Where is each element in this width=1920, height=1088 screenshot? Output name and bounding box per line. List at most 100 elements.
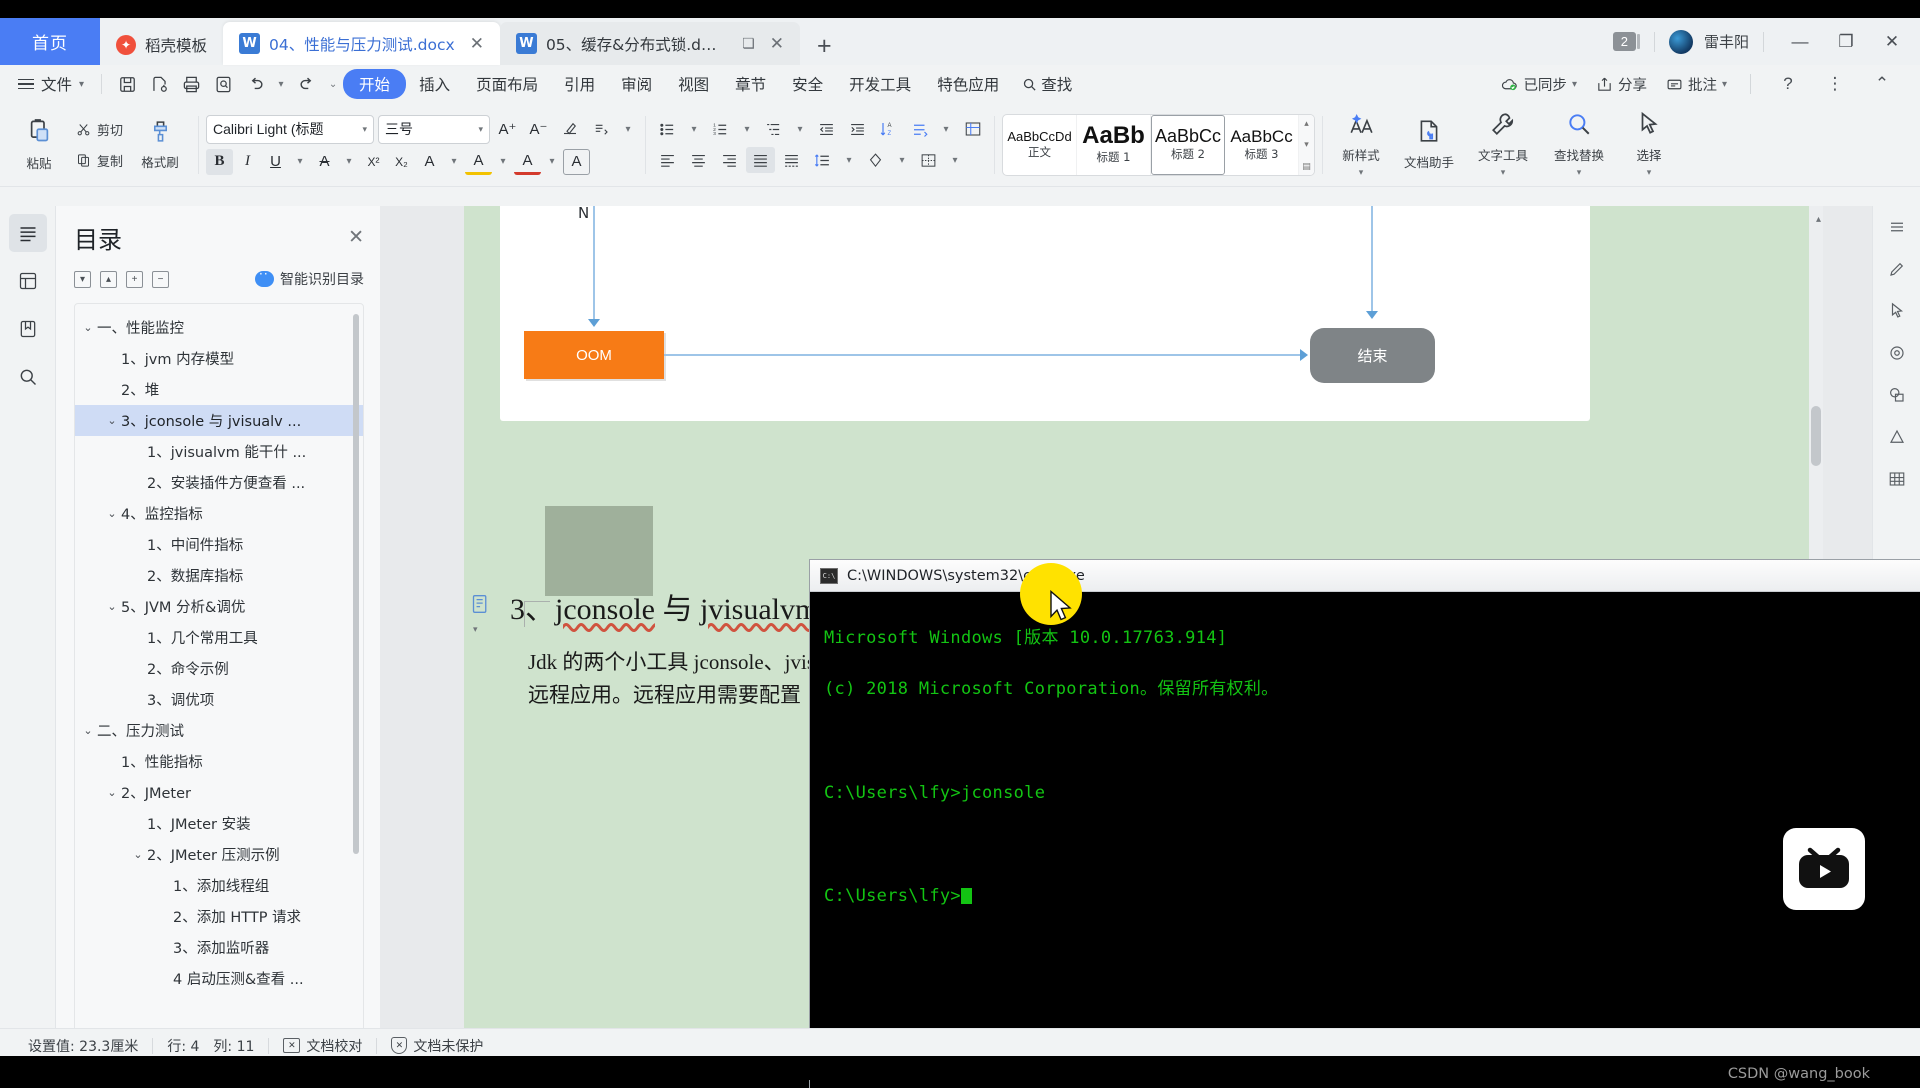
save-as-icon[interactable] [143, 69, 175, 99]
tab-doc-04[interactable]: W 04、性能与压力测试.docx ✕ [223, 22, 500, 65]
toc-item[interactable]: 2、命令示例 [75, 653, 363, 684]
shading-button[interactable] [861, 147, 890, 173]
borders-button[interactable] [914, 147, 943, 173]
increase-font-size-button[interactable]: A⁺ [494, 116, 521, 142]
chevron-icon[interactable]: ⌄ [103, 786, 121, 799]
chevron-icon[interactable]: ⌄ [103, 507, 121, 520]
document-scrollbar-thumb[interactable] [1811, 406, 1821, 466]
doc-assistant-button[interactable]: 文档助手 [1392, 106, 1466, 184]
toc-collapse-all-button[interactable]: − [152, 271, 169, 288]
underline-button[interactable]: U [262, 149, 289, 175]
decrease-indent-button[interactable] [812, 116, 841, 142]
avatar[interactable] [1669, 30, 1693, 54]
new-tab-button[interactable]: + [800, 32, 849, 65]
toc-item[interactable]: 3、添加监听器 [75, 932, 363, 963]
help-button[interactable]: ? [1766, 62, 1810, 106]
cut-button[interactable]: 剪切 [70, 117, 129, 142]
toc-item[interactable]: 2、堆 [75, 374, 363, 405]
chevron-icon[interactable]: ⌄ [129, 848, 147, 861]
restore-button[interactable]: ❐ [1824, 20, 1868, 64]
chevron-down-icon[interactable]: ▾ [936, 116, 956, 142]
line-spacing-button[interactable] [808, 147, 837, 173]
chevron-down-icon[interactable]: ▾ [542, 149, 562, 175]
chevron-down-icon[interactable]: ▾ [493, 149, 513, 175]
copy-button[interactable]: 复制 [70, 148, 129, 173]
toc-item[interactable]: 1、添加线程组 [75, 870, 363, 901]
menu-tab-insert[interactable]: 插入 [406, 69, 463, 99]
customize-quick-access-icon[interactable]: ⌄ [323, 71, 343, 97]
toc-item[interactable]: 1、JMeter 安装 [75, 808, 363, 839]
text-effects-button[interactable]: A [416, 149, 443, 175]
home-tab[interactable]: 首页 [0, 18, 100, 65]
menu-lines-icon[interactable] [1880, 212, 1914, 242]
bullet-list-button[interactable] [653, 116, 682, 142]
toc-item[interactable]: ⌄2、JMeter 压测示例 [75, 839, 363, 870]
thumbnail-panel-icon[interactable] [9, 262, 47, 300]
tab-close-icon[interactable]: ✕ [470, 34, 484, 54]
font-family-select[interactable]: Calibri Light (标题 ▾ [206, 115, 374, 144]
bookmark-panel-icon[interactable] [9, 310, 47, 348]
toc-item[interactable]: 1、几个常用工具 [75, 622, 363, 653]
undo-icon[interactable] [239, 69, 271, 99]
toc-item[interactable]: 3、调优项 [75, 684, 363, 715]
paste-button[interactable]: 粘贴 [8, 106, 70, 184]
style-heading-3[interactable]: AaBbCc 标题 3 [1225, 115, 1299, 175]
align-right-button[interactable] [715, 147, 744, 173]
format-painter-button[interactable]: 格式刷 [129, 106, 191, 184]
proofing-status[interactable]: ✕ 文档校对 [269, 1036, 376, 1056]
toc-collapse-up-button[interactable]: ▴ [100, 271, 117, 288]
menu-tab-view[interactable]: 视图 [665, 69, 722, 99]
align-left-button[interactable] [653, 147, 682, 173]
menu-tab-references[interactable]: 引用 [551, 69, 608, 99]
chevron-down-icon[interactable]: ▾ [444, 149, 464, 175]
toc-item[interactable]: ⌄2、JMeter [75, 777, 363, 808]
undo-dropdown-icon[interactable]: ▾ [271, 71, 291, 97]
character-border-button[interactable]: A [563, 149, 590, 175]
tab-close-icon[interactable]: ✕ [770, 34, 784, 54]
toc-item[interactable]: 2、安装插件方便查看 ... [75, 467, 363, 498]
show-marks-button[interactable] [905, 116, 934, 142]
chevron-icon[interactable]: ⌄ [79, 321, 97, 334]
justify-button[interactable] [746, 147, 775, 173]
chevron-down-icon[interactable]: ▾ [790, 116, 810, 142]
file-menu-button[interactable]: 文件 ▾ [10, 73, 92, 95]
chevron-down-icon[interactable]: ▾ [473, 624, 478, 634]
tab-dochub-template[interactable]: ✦ 稻壳模板 [100, 24, 223, 65]
toc-item[interactable]: 2、数据库指标 [75, 560, 363, 591]
collapse-ribbon-button[interactable]: ⌃ [1860, 62, 1904, 106]
menu-tab-developer[interactable]: 开发工具 [836, 69, 924, 99]
print-preview-icon[interactable] [207, 69, 239, 99]
numbered-list-button[interactable]: 123 [706, 116, 735, 142]
tab-restore-icon[interactable]: ❏ [742, 36, 755, 52]
find-replace-button[interactable]: 查找替换 ▾ [1540, 106, 1618, 184]
toc-expand-down-button[interactable]: ▾ [74, 271, 91, 288]
menu-tab-page-layout[interactable]: 页面布局 [463, 69, 551, 99]
font-color-button[interactable]: A [514, 149, 541, 175]
menu-tab-featured-apps[interactable]: 特色应用 [924, 69, 1012, 99]
shapes-icon[interactable] [1880, 380, 1914, 410]
close-button[interactable]: ✕ [1870, 20, 1914, 64]
chevron-down-icon[interactable]: ▾ [839, 147, 859, 173]
paragraph-layout-button[interactable] [958, 116, 987, 142]
chevron-down-icon[interactable]: ▾ [618, 116, 638, 142]
chevron-down-icon[interactable]: ▾ [684, 116, 704, 142]
chevron-down-icon[interactable]: ▾ [737, 116, 757, 142]
find-panel-icon[interactable] [9, 358, 47, 396]
open-docs-badge[interactable]: 2 [1613, 32, 1636, 51]
toc-item[interactable]: ⌄4、监控指标 [75, 498, 363, 529]
toc-list[interactable]: ⌄一、性能监控 1、jvm 内存模型 2、堆 ⌄3、jconsole 与 jvi… [74, 303, 364, 1038]
chevron-down-icon[interactable]: ▾ [892, 147, 912, 173]
toc-item[interactable]: ⌄二、压力测试 [75, 715, 363, 746]
menu-tab-review[interactable]: 审阅 [608, 69, 665, 99]
outline-panel-icon[interactable] [9, 214, 47, 252]
style-normal[interactable]: AaBbCcDd 正文 [1003, 115, 1077, 175]
multilevel-list-button[interactable] [759, 116, 788, 142]
toc-item[interactable]: ⌄一、性能监控 [75, 312, 363, 343]
strikethrough-button[interactable]: A [311, 149, 338, 175]
superscript-button[interactable]: X² [360, 149, 387, 175]
chevron-down-icon[interactable]: ▾ [290, 149, 310, 175]
redo-icon[interactable] [291, 69, 323, 99]
command-prompt-window[interactable]: C:\ C:\WINDOWS\system32\cmd.exe Microsof… [810, 560, 1920, 1088]
cursor-icon[interactable] [1880, 296, 1914, 326]
subscript-button[interactable]: X₂ [388, 149, 415, 175]
